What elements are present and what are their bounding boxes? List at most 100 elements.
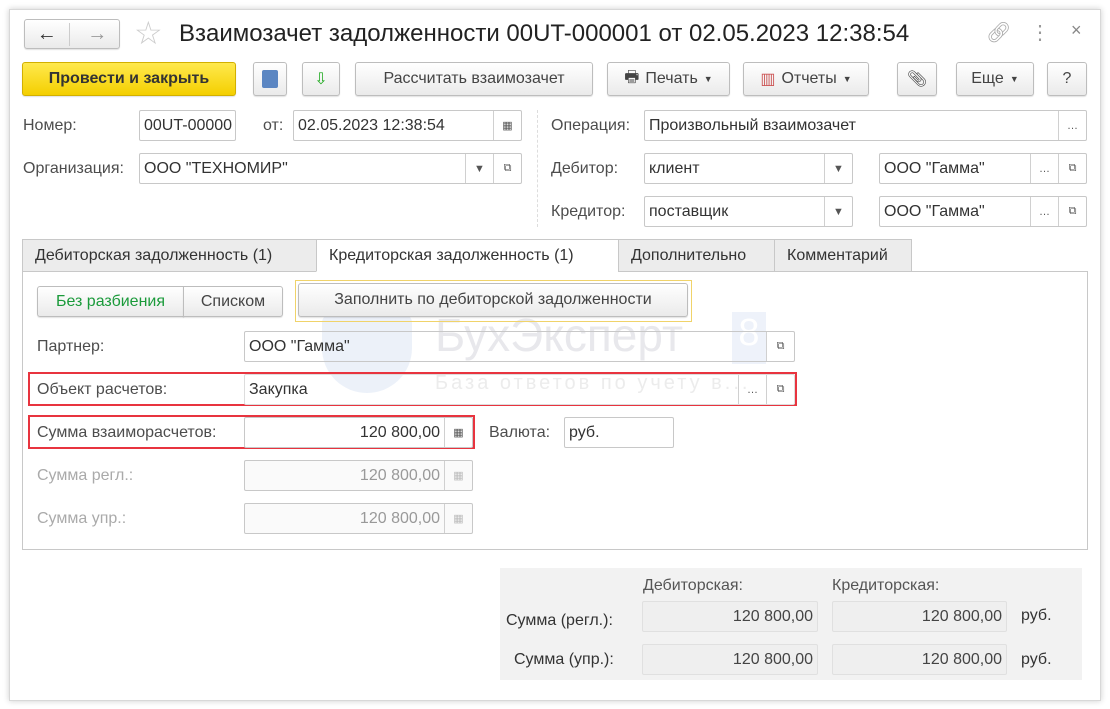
organization-value: ООО "ТЕХНОМИР" <box>144 159 288 177</box>
debtor-type-field[interactable]: клиент ▼ <box>644 153 853 184</box>
calendar-icon[interactable]: ▦ <box>493 111 521 140</box>
debtor-label: Дебитор: <box>551 160 619 177</box>
ellipsis-icon[interactable]: … <box>1030 197 1058 226</box>
number-label: Номер: <box>23 117 77 134</box>
calculator-icon: ▦ <box>444 504 472 533</box>
dropdown-arrow-icon[interactable]: ▼ <box>465 154 493 183</box>
post-and-close-button[interactable]: Провести и закрыть <box>22 62 236 96</box>
back-button[interactable]: ← <box>25 22 70 46</box>
sum-label: Сумма взаиморасчетов: <box>37 424 217 441</box>
page-title: Взаимозачет задолженности 00UT-000001 от… <box>179 20 910 47</box>
calculate-offset-button[interactable]: Рассчитать взаимозачет <box>355 62 593 96</box>
sum-upr-field: 120 800,00 ▦ <box>244 503 473 534</box>
sum-regl-label: Сумма регл.: <box>37 467 134 484</box>
mode-list-button[interactable]: Списком <box>183 286 283 317</box>
upr-debit-text: 120 800,00 <box>732 650 813 668</box>
calculator-icon: ▦ <box>444 461 472 490</box>
sum-regl-field: 120 800,00 ▦ <box>244 460 473 491</box>
sum-upr-value: 120 800,00 <box>359 509 440 527</box>
reports-button[interactable]: ▥ Отчеты ▼ <box>743 62 869 96</box>
more-label: Еще <box>971 70 1004 87</box>
link-icon[interactable]: 🔗︎ <box>986 20 1011 45</box>
creditor-type-value: поставщик <box>649 202 729 220</box>
regl-credit-value: 120 800,00 <box>832 601 1007 632</box>
floppy-disk-icon <box>262 70 278 88</box>
ellipsis-icon[interactable]: … <box>1030 154 1058 183</box>
regl-debit-value: 120 800,00 <box>642 601 818 632</box>
creditor-field[interactable]: ООО "Гамма" … ⧉ <box>879 196 1087 227</box>
ellipsis-icon[interactable]: … <box>738 375 766 404</box>
tab-credit[interactable]: Кредиторская задолженность (1) <box>316 239 619 272</box>
creditor-value: ООО "Гамма" <box>884 202 985 220</box>
totals-debit-header: Дебиторская: <box>643 577 743 594</box>
currency-label: Валюта: <box>489 424 551 441</box>
print-label: Печать <box>645 70 698 87</box>
reports-label: Отчеты <box>781 70 837 87</box>
partner-value: ООО "Гамма" <box>249 337 350 355</box>
open-icon[interactable]: ⧉ <box>1058 154 1086 183</box>
sum-value: 120 800,00 <box>359 423 440 441</box>
more-vert-icon[interactable]: ⋮ <box>1030 20 1050 45</box>
sum-field[interactable]: 120 800,00 ▦ <box>244 417 473 448</box>
dropdown-arrow-icon[interactable]: ▼ <box>824 197 852 226</box>
date-field[interactable]: 02.05.2023 12:38:54 ▦ <box>293 110 522 141</box>
regl-debit-text: 120 800,00 <box>732 607 813 625</box>
tab-debit[interactable]: Дебиторская задолженность (1) <box>22 239 317 272</box>
mode-no-split-button[interactable]: Без разбиения <box>37 286 184 317</box>
creditor-label: Кредитор: <box>551 203 626 220</box>
print-button[interactable]: 🖶︎ Печать ▼ <box>607 62 730 96</box>
date-label: от: <box>263 117 284 134</box>
organization-field[interactable]: ООО "ТЕХНОМИР" ▼ ⧉ <box>139 153 522 184</box>
sum-upr-label: Сумма упр.: <box>37 510 127 527</box>
partner-field[interactable]: ООО "Гамма" ⧉ <box>244 331 795 362</box>
creditor-type-field[interactable]: поставщик ▼ <box>644 196 853 227</box>
divider <box>537 110 538 227</box>
ellipsis-icon[interactable]: … <box>1058 111 1086 140</box>
debtor-field[interactable]: ООО "Гамма" … ⧉ <box>879 153 1087 184</box>
regl-credit-text: 120 800,00 <box>921 607 1002 625</box>
number-value: 00UT-00000 <box>144 116 233 134</box>
close-icon[interactable]: × <box>1071 20 1082 41</box>
totals-upr-label: Сумма (упр.): <box>514 651 614 668</box>
paperclip-icon: 📎︎ <box>906 71 928 88</box>
dropdown-arrow-icon: ▼ <box>1009 74 1019 84</box>
favorite-star-icon[interactable]: ☆ <box>134 14 163 52</box>
currency-value: руб. <box>569 423 600 441</box>
printer-icon: 🖶︎ <box>624 68 640 86</box>
regl-currency: руб. <box>1021 607 1052 624</box>
debtor-value: ООО "Гамма" <box>884 159 985 177</box>
nav-buttons: ← → <box>24 19 120 49</box>
save-button[interactable] <box>253 62 287 96</box>
upr-credit-text: 120 800,00 <box>921 650 1002 668</box>
help-button[interactable]: ? <box>1047 62 1087 96</box>
attach-button[interactable]: 📎︎ <box>897 62 937 96</box>
totals-regl-label: Сумма (регл.): <box>506 612 613 629</box>
dropdown-arrow-icon: ▼ <box>703 74 713 84</box>
fill-by-debit-button[interactable]: Заполнить по дебиторской задолженности <box>298 283 688 317</box>
report-icon: ▥ <box>760 71 776 88</box>
open-icon[interactable]: ⧉ <box>1058 197 1086 226</box>
currency-field[interactable]: руб. <box>564 417 674 448</box>
organization-label: Организация: <box>23 160 124 177</box>
tab-comment[interactable]: Комментарий <box>774 239 912 272</box>
forward-button[interactable]: → <box>76 23 120 46</box>
dropdown-arrow-icon[interactable]: ▼ <box>824 154 852 183</box>
open-icon[interactable]: ⧉ <box>766 375 794 404</box>
totals-credit-header: Кредиторская: <box>832 577 940 594</box>
dropdown-arrow-icon: ▼ <box>842 74 852 84</box>
partner-label: Партнер: <box>37 338 105 355</box>
open-icon[interactable]: ⧉ <box>493 154 521 183</box>
debtor-type-value: клиент <box>649 159 700 177</box>
number-field[interactable]: 00UT-00000 <box>139 110 236 141</box>
more-button[interactable]: Еще ▼ <box>956 62 1034 96</box>
calculator-icon[interactable]: ▦ <box>444 418 472 447</box>
upr-credit-value: 120 800,00 <box>832 644 1007 675</box>
operation-field[interactable]: Произвольный взаимозачет … <box>644 110 1087 141</box>
tab-additional[interactable]: Дополнительно <box>618 239 775 272</box>
open-icon[interactable]: ⧉ <box>766 332 794 361</box>
post-button[interactable]: ⇩ <box>302 62 340 96</box>
object-field[interactable]: Закупка … ⧉ <box>244 374 795 405</box>
upr-debit-value: 120 800,00 <box>642 644 818 675</box>
operation-value: Произвольный взаимозачет <box>649 116 856 134</box>
object-label: Объект расчетов: <box>37 381 168 398</box>
